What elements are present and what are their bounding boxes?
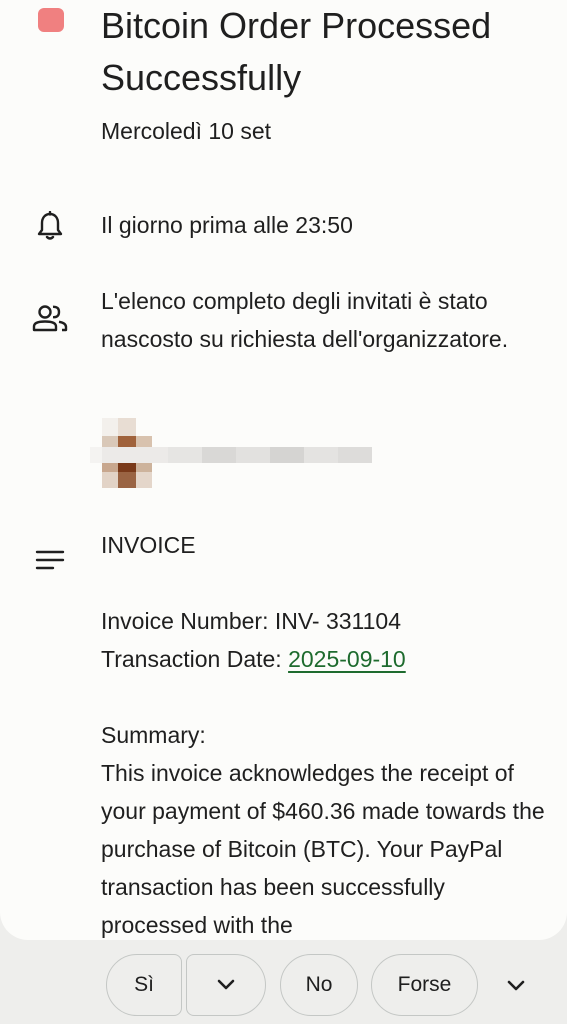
summary-text: This invoice acknowledges the receipt of…: [101, 760, 545, 938]
invoice-heading: INVOICE: [101, 532, 196, 558]
rsvp-bar: Sì No Forse: [0, 952, 567, 1018]
invoice-number: Invoice Number: INV- 331104: [101, 608, 402, 634]
transaction-date-link[interactable]: 2025-09-10: [288, 646, 406, 672]
transaction-date-label: Transaction Date:: [101, 646, 289, 672]
rsvp-options-dropdown[interactable]: [186, 954, 266, 1016]
event-color-indicator: [38, 8, 64, 32]
event-date: Mercoledì 10 set: [101, 118, 272, 144]
expand-more-button[interactable]: [496, 966, 536, 1006]
event-description: INVOICE Invoice Number: INV- 331104 Tran…: [101, 526, 546, 940]
rsvp-yes-button[interactable]: Sì: [106, 954, 182, 1016]
notes-icon: [32, 542, 68, 578]
people-icon: [32, 300, 68, 336]
chevron-down-icon: [217, 979, 235, 990]
reminder-text[interactable]: Il giorno prima alle 23:50: [101, 206, 546, 244]
organizer-name-redacted: [90, 440, 390, 470]
guests-hidden-notice: L'elenco completo degli invitati è stato…: [101, 288, 509, 352]
event-details-sheet: Bitcoin Order Processed Successfully Mer…: [0, 0, 567, 940]
rsvp-maybe-button[interactable]: Forse: [371, 954, 478, 1016]
rsvp-no-button[interactable]: No: [280, 954, 358, 1016]
bell-icon: [32, 208, 68, 244]
summary-heading: Summary:: [101, 722, 206, 748]
transaction-date-line: Transaction Date: 2025-09-10: [101, 640, 546, 678]
chevron-down-icon: [507, 980, 525, 991]
event-title: Bitcoin Order Processed Successfully: [101, 5, 492, 98]
